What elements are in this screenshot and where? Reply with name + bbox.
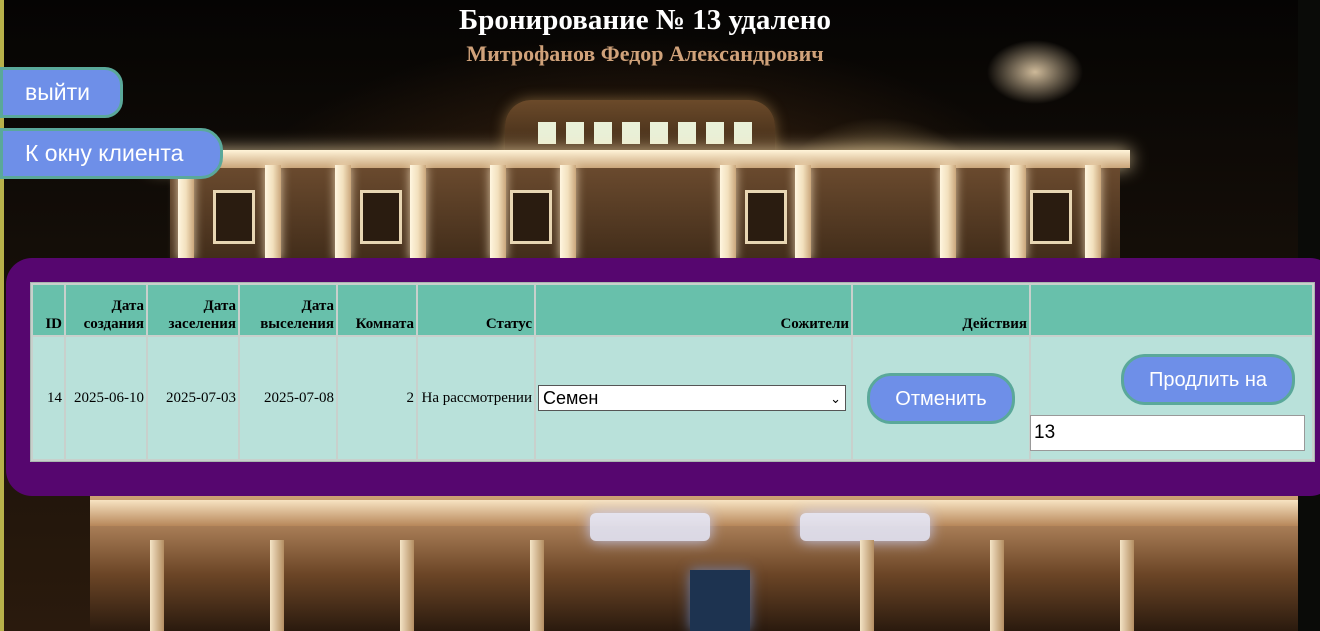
column-header-status: Статус — [418, 285, 534, 335]
cell-extend: Продлить на — [1030, 337, 1312, 459]
cell-check-in: 2025-07-03 — [148, 337, 238, 459]
table-row: 14 2025-06-10 2025-07-03 2025-07-08 2 На… — [33, 337, 1312, 459]
cell-roommates: Семен ⌄ — [536, 337, 851, 459]
table-header-row: ID Дата создания Дата заселения Дата выс… — [33, 285, 1312, 335]
client-window-button[interactable]: К окну клиента — [0, 128, 223, 179]
roommates-select[interactable]: Семен ⌄ — [538, 385, 846, 411]
cell-check-out: 2025-07-08 — [240, 337, 336, 459]
column-header-check-in: Дата заселения — [148, 285, 238, 335]
user-name: Митрофанов Федор Александрович — [466, 41, 824, 66]
bookings-table: ID Дата создания Дата заселения Дата выс… — [30, 282, 1315, 462]
column-header-created: Дата создания — [66, 285, 146, 335]
cell-created: 2025-06-10 — [66, 337, 146, 459]
cell-actions: Отменить — [853, 337, 1029, 459]
column-header-roommates: Сожители — [536, 285, 851, 335]
cell-room: 2 — [338, 337, 416, 459]
cancel-booking-button[interactable]: Отменить — [867, 372, 1015, 424]
column-header-room: Комната — [338, 285, 416, 335]
extend-days-input[interactable] — [1030, 415, 1305, 451]
column-header-actions: Действия — [853, 285, 1029, 335]
column-header-extend — [1031, 285, 1312, 335]
cell-id: 14 — [33, 337, 64, 459]
roommates-selected-value: Семен — [543, 387, 599, 408]
cell-status: На рассмотрении — [418, 337, 534, 459]
logout-button[interactable]: выйти — [0, 67, 123, 118]
page-title: Бронирование № 13 удалено — [459, 4, 831, 36]
chevron-down-icon: ⌄ — [830, 390, 841, 406]
extend-booking-button[interactable]: Продлить на — [1121, 354, 1295, 405]
column-header-id: ID — [33, 285, 64, 335]
column-header-check-out: Дата выселения — [240, 285, 336, 335]
